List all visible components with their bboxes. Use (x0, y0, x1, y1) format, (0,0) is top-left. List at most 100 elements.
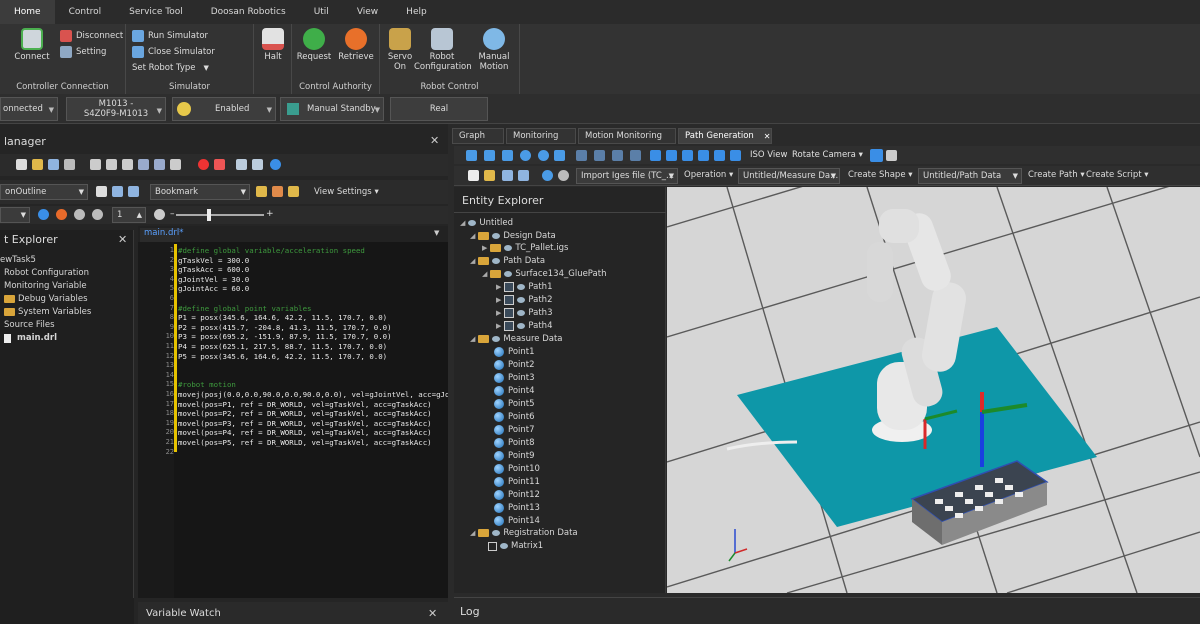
request-button[interactable]: Request (292, 28, 336, 62)
eye-icon[interactable] (517, 284, 526, 290)
cube-front-icon[interactable] (682, 150, 693, 161)
eye-icon[interactable] (500, 543, 508, 549)
save-icon[interactable] (502, 170, 513, 181)
rotate-camera-dropdown[interactable]: Rotate Camera ▾ (792, 150, 863, 160)
tab-monitoring[interactable]: Monitoring (506, 128, 576, 144)
undo-icon[interactable] (542, 170, 553, 181)
screenshot-icon[interactable] (886, 150, 897, 161)
tree-node-design-data[interactable]: ◢ Design Data (470, 231, 556, 241)
open-icon[interactable] (484, 170, 495, 181)
halt-button[interactable]: Halt (251, 28, 295, 62)
tree-node-untitled[interactable]: ◢ Untitled (460, 218, 513, 228)
tree-node-point[interactable]: Point6 (494, 412, 535, 422)
code-line[interactable]: #robot motion (178, 380, 236, 389)
open-icon[interactable] (32, 159, 43, 170)
select-cursor-icon[interactable] (466, 150, 477, 161)
iso-view-button[interactable]: ISO View (750, 150, 787, 160)
eye-icon[interactable] (504, 245, 513, 251)
tree-node-point[interactable]: Point5 (494, 399, 535, 409)
code-line[interactable]: movel(pos=P4, ref = DR_WORLD, vel=gTaskV… (178, 428, 432, 437)
disconnect-button[interactable]: Disconnect (60, 28, 123, 44)
tree-item-main-drl[interactable]: main.drl (4, 333, 57, 343)
bookmark-remove-icon[interactable] (288, 186, 299, 197)
close-icon[interactable]: ✕ (428, 607, 437, 620)
save-as-icon[interactable] (518, 170, 529, 181)
code-line[interactable]: movel(pos=P5, ref = DR_WORLD, vel=gTaskV… (178, 438, 432, 447)
print-icon[interactable] (64, 159, 75, 170)
code-line[interactable]: P1 = posx(345.6, 164.6, 42.2, 11.5, 170.… (178, 313, 387, 322)
import-iges-dropdown[interactable]: Import Iges file (TC_... ▼ (576, 168, 678, 184)
robot-model-select[interactable]: M1013 - S4Z0F9-M1013 ▼ (66, 97, 166, 121)
speed-select[interactable]: ▼ (0, 207, 30, 223)
bookmark-next-icon[interactable] (128, 186, 139, 197)
code-line[interactable]: gTaskVel = 300.0 (178, 256, 249, 265)
eye-icon[interactable] (492, 258, 501, 264)
eye-icon[interactable] (492, 530, 501, 536)
close-icon[interactable]: ✕ (430, 134, 439, 147)
copy-icon[interactable] (106, 159, 117, 170)
manual-motion-button[interactable]: Manual Motion (472, 28, 516, 72)
tab-path-generation[interactable]: Path Generation ✕ (678, 128, 772, 144)
redo-icon[interactable] (558, 170, 569, 181)
view-left-icon[interactable] (612, 150, 623, 161)
tree-node-path-data[interactable]: ◢ Path Data (470, 256, 545, 266)
cube-top-icon[interactable] (650, 150, 661, 161)
close-icon[interactable]: ✕ (118, 233, 127, 246)
tree-item-system-vars[interactable]: System Variables (4, 307, 91, 317)
eye-icon[interactable] (468, 220, 477, 226)
bookmark-dropdown[interactable]: Bookmark ▼ (150, 184, 250, 200)
editor-tab-main[interactable]: main.drl* (140, 228, 183, 242)
eye-icon[interactable] (492, 233, 501, 239)
tree-node-point[interactable]: Point8 (494, 438, 535, 448)
bookmark-prev-icon[interactable] (112, 186, 123, 197)
view-front-icon[interactable] (576, 150, 587, 161)
play-icon[interactable] (38, 209, 49, 220)
3d-viewport[interactable] (667, 187, 1200, 593)
measure-data-dropdown[interactable]: Untitled/Measure Da... ▼ (738, 168, 840, 184)
close-icon[interactable]: ✕ (764, 132, 771, 141)
eye-icon[interactable] (492, 336, 501, 342)
code-line[interactable]: movel(pos=P2, ref = DR_WORLD, vel=gTaskV… (178, 409, 432, 418)
plus-icon[interactable]: + (266, 209, 274, 219)
cube-back-icon[interactable] (698, 150, 709, 161)
tree-node-point[interactable]: Point13 (494, 503, 540, 513)
menu-control[interactable]: Control (55, 0, 116, 24)
pause-icon[interactable] (74, 209, 85, 220)
menu-view[interactable]: View (343, 0, 392, 24)
record-icon[interactable] (154, 209, 165, 220)
display-mode-icon[interactable] (870, 149, 883, 162)
paste-icon[interactable] (122, 159, 133, 170)
tab-graph[interactable]: Graph (452, 128, 504, 144)
help-icon[interactable] (270, 159, 281, 170)
code-line[interactable]: P5 = posx(345.6, 164.6, 42.2, 11.5, 170.… (178, 352, 387, 361)
zoom-out-icon[interactable] (538, 150, 549, 161)
menu-doosan-robotics[interactable]: Doosan Robotics (197, 0, 300, 24)
code-line[interactable]: #define global variable/acceleration spe… (178, 246, 365, 255)
mode-status[interactable]: Manual Standby ▼ (280, 97, 384, 121)
zoom-slider-handle[interactable] (207, 209, 211, 221)
real-mode-button[interactable]: Real (390, 97, 488, 121)
bookmark-add-icon[interactable] (256, 186, 267, 197)
code-line[interactable]: movel(pos=P3, ref = DR_WORLD, vel=gTaskV… (178, 419, 432, 428)
rotate-icon[interactable] (484, 150, 495, 161)
zoom-in-icon[interactable] (520, 150, 531, 161)
breakpoint-icon[interactable] (198, 159, 209, 170)
tree-node-path[interactable]: ▶ Path2 (496, 295, 552, 305)
cut-icon[interactable] (90, 159, 101, 170)
code-line[interactable]: movel(pos=P1, ref = DR_WORLD, vel=gTaskV… (178, 400, 432, 409)
connection-status[interactable]: onnected ▼ (0, 97, 58, 121)
tree-node-surface[interactable]: ◢ Surface134_GluePath (482, 269, 606, 279)
code-line[interactable]: gTaskAcc = 600.0 (178, 265, 249, 274)
tree-node-path[interactable]: ▶ Path1 (496, 282, 552, 292)
tree-node-point[interactable]: Point3 (494, 373, 535, 383)
step-count-spinner[interactable]: 1 ▲ (112, 207, 146, 223)
minus-icon[interactable]: – (170, 209, 175, 219)
clear-breakpoint-icon[interactable] (214, 159, 225, 170)
tree-node-point[interactable]: Point1 (494, 347, 535, 357)
tree-node-point[interactable]: Point2 (494, 360, 535, 370)
tree-node-registration[interactable]: ◢ Registration Data (470, 528, 578, 538)
new-file-icon[interactable] (16, 159, 27, 170)
menu-help[interactable]: Help (392, 0, 441, 24)
menu-util[interactable]: Util (300, 0, 343, 24)
step-icon[interactable] (92, 209, 103, 220)
